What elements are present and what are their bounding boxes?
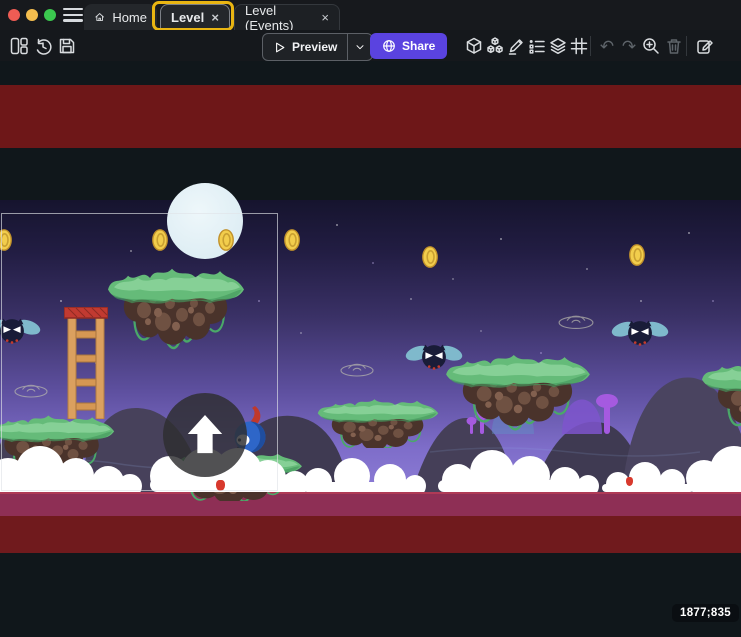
tab-home-label: Home	[112, 10, 147, 25]
ufo-sketch[interactable]	[339, 358, 375, 378]
floating-island[interactable]	[316, 390, 440, 448]
coin[interactable]	[152, 229, 168, 251]
ufo-sketch[interactable]	[13, 380, 49, 398]
bat-enemy[interactable]	[611, 313, 669, 355]
menu-icon[interactable]	[63, 8, 83, 22]
instances-list-icon[interactable]	[526, 35, 548, 57]
traffic-light-minimize[interactable]	[26, 9, 38, 21]
play-icon	[273, 41, 286, 54]
toolbar: Preview Share	[0, 30, 741, 62]
toolbar-separator	[686, 36, 687, 56]
cursor-coordinates-badge: 1877;835	[672, 604, 739, 622]
coin[interactable]	[218, 229, 234, 251]
object-groups-icon[interactable]	[484, 35, 506, 57]
lava-drip	[626, 477, 633, 486]
ground-band-pink[interactable]	[0, 492, 741, 516]
titlebar: Home Level × Level (Events) ×	[0, 0, 741, 30]
coin[interactable]	[284, 229, 300, 251]
preview-button[interactable]: Preview	[263, 34, 347, 60]
history-icon[interactable]	[32, 35, 54, 57]
grid-icon[interactable]	[568, 35, 590, 57]
globe-icon	[382, 39, 396, 53]
preview-label: Preview	[292, 40, 337, 54]
coin[interactable]	[0, 229, 12, 251]
arrow-up-icon	[185, 414, 225, 456]
redo-icon[interactable]: ↷	[618, 35, 640, 57]
tab-level[interactable]: Level ×	[160, 4, 230, 30]
floating-island[interactable]	[106, 255, 246, 370]
floating-island[interactable]	[700, 348, 741, 453]
panels-icon[interactable]	[8, 35, 30, 57]
gdevelop-window: Home Level × Level (Events) × Preview	[0, 0, 741, 637]
share-button[interactable]: Share	[370, 33, 447, 59]
zoom-in-icon[interactable]	[640, 35, 662, 57]
tab-home[interactable]: Home	[84, 4, 157, 30]
layers-icon[interactable]	[547, 35, 569, 57]
tab-level-close-icon[interactable]: ×	[211, 11, 219, 24]
trash-icon[interactable]	[663, 35, 685, 57]
preview-dropdown-button[interactable]	[347, 34, 372, 60]
coin[interactable]	[629, 244, 645, 266]
floating-island[interactable]	[444, 342, 592, 450]
save-icon[interactable]	[56, 35, 78, 57]
chevron-down-icon	[354, 41, 366, 53]
edit-scene-icon[interactable]	[694, 35, 716, 57]
tab-level-events-label: Level (Events)	[245, 3, 314, 33]
tab-level-events[interactable]: Level (Events) ×	[234, 4, 340, 30]
share-label: Share	[402, 39, 435, 53]
tab-level-label: Level	[171, 10, 204, 25]
tab-level-events-close-icon[interactable]: ×	[321, 11, 329, 24]
preview-split-button: Preview	[262, 33, 373, 61]
bat-enemy[interactable]	[0, 311, 41, 353]
traffic-light-maximize[interactable]	[44, 9, 56, 21]
ladder[interactable]	[64, 307, 108, 419]
lava-band-top[interactable]	[0, 85, 741, 148]
lava-drip	[216, 480, 225, 491]
jump-button[interactable]	[163, 393, 247, 477]
home-icon	[94, 9, 105, 25]
bat-enemy[interactable]	[405, 337, 463, 379]
traffic-light-close[interactable]	[8, 9, 20, 21]
object-cube-icon[interactable]	[463, 35, 485, 57]
stars	[0, 61, 2, 63]
lava-band-bottom[interactable]	[0, 516, 741, 553]
toolbar-separator	[590, 36, 591, 56]
pencil-icon[interactable]	[505, 35, 527, 57]
ufo-sketch[interactable]	[557, 310, 595, 330]
coin[interactable]	[422, 246, 438, 268]
undo-icon[interactable]: ↶	[596, 35, 618, 57]
scene-canvas: 1877;835	[0, 61, 741, 637]
